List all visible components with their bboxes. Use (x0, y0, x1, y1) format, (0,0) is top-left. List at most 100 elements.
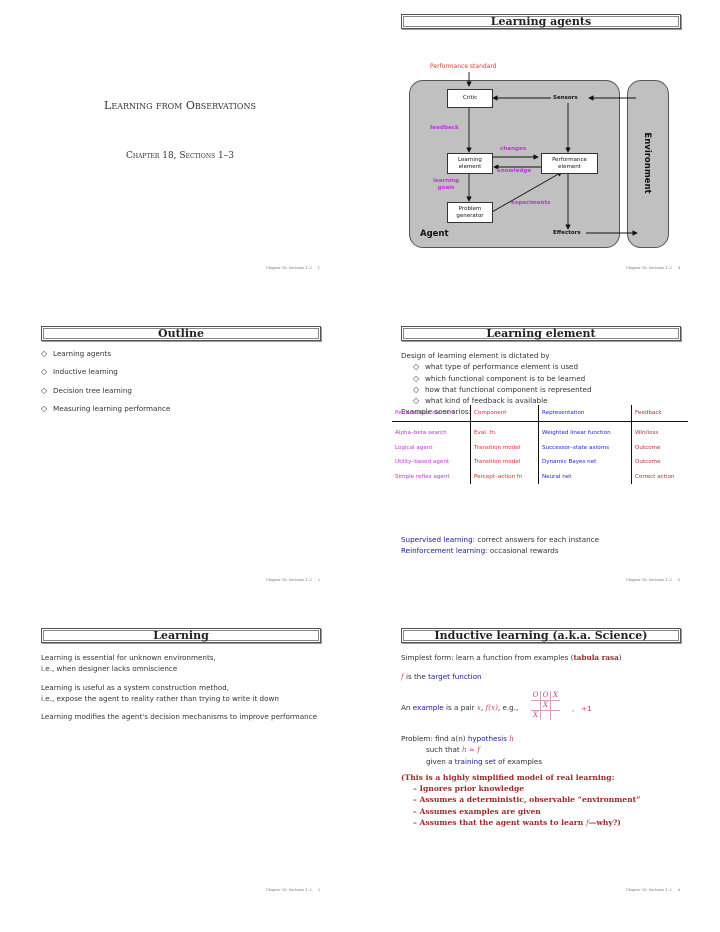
board-cell: X (550, 691, 560, 701)
diamond-icon: ◇ (41, 403, 48, 413)
changes-label: changes (500, 146, 527, 152)
slide-2: Outline ◇ Learning agents ◇ Inductive lear… (0, 312, 360, 622)
table-row: Simple reflex agent Percept–action fn Ne… (392, 469, 688, 484)
target-function-line: f is the target function (401, 672, 482, 681)
table-header-row: Performance element Component Representa… (392, 405, 688, 422)
performance-element-label-2: element (558, 163, 581, 170)
table-cell: Simple reflex agent (395, 473, 450, 480)
slide-5: Learning element Design of learning elem… (360, 312, 720, 622)
paragraph-line: Learning modifies the agent's decision m… (41, 712, 318, 722)
page-number: 3 (317, 888, 320, 892)
diamond-icon: ◇ (41, 385, 48, 395)
critic-label: Critic (462, 95, 478, 102)
board-cell: O (540, 691, 551, 701)
hypothesis-term: hypothesis (467, 734, 507, 743)
slide-footer: Chapter 18, Sections 1–3 5 (626, 578, 680, 582)
paragraph-line: i.e., when designer lacks omniscience (41, 664, 178, 674)
table-row: Utility–based agent Transition model Dyn… (392, 455, 688, 470)
given-line: given a training set of examples (401, 756, 542, 767)
page-number: 6 (677, 888, 680, 892)
effectors-label: Effectors (553, 230, 581, 236)
paragraph: Learning modifies the agent's decision m… (41, 711, 317, 722)
board-cell (550, 700, 560, 711)
board-cell (531, 700, 541, 711)
text-run: An (401, 703, 413, 712)
table-header: Component (470, 405, 539, 422)
table-cell: Dynamic Bayes net (538, 455, 632, 470)
caveat-item: – Ignores prior knowledge (413, 784, 525, 794)
slide-title: Learning element (401, 326, 681, 341)
board-value: , +1 (572, 704, 592, 713)
footer-chapter: Chapter 18, Sections 1–3 (625, 888, 672, 892)
scenarios-table: Performance element Component Representa… (392, 405, 688, 484)
design-bullet: ◇ which functional component is to be lea… (401, 373, 592, 384)
table-cell: Utility–based agent (395, 459, 450, 466)
tabula-rasa: tabula rasa (573, 653, 619, 662)
supervised-desc: : correct answers for each instance (472, 535, 600, 544)
table-cell: Weighted linear function (538, 426, 632, 441)
text-run: is the (403, 672, 429, 681)
caveat-item: – Assumes a deterministic, observable “e… (413, 795, 641, 805)
outline-list: ◇ Learning agents ◇ Inductive learning ◇ De… (41, 349, 170, 422)
text-run: Simplest form: learn a function from exa… (401, 653, 574, 662)
learning-goals-line-1: learning (433, 178, 460, 184)
slide-title: Learning (41, 628, 321, 643)
paragraph-line: i.e., expose the agent to reality rather… (41, 693, 279, 703)
problem-generator-label-2: generator (456, 212, 484, 219)
math-fx: f(x) (485, 703, 498, 712)
text-run: such that (426, 745, 462, 755)
footer-chapter: Chapter 18, Sections 1–3 (265, 888, 312, 892)
page-number: 5 (677, 578, 680, 582)
learning-element-node: Learning element (447, 153, 493, 174)
table-cell: Transition model (470, 440, 539, 455)
supervised-term: Supervised learning (401, 535, 473, 544)
agent-label: Agent (420, 229, 449, 239)
footer-chapter: Chapter 18, Sections 1–3 (265, 578, 312, 582)
table-cell: Outcome (631, 440, 688, 455)
text-run: Problem: find a(n) (401, 734, 468, 743)
board-row: O O X (531, 691, 560, 701)
design-intro: Design of learning element is dictated b… (401, 351, 550, 360)
table-cell: Win/loss (631, 426, 688, 441)
experiments-label: experiments (511, 200, 551, 206)
text-run: of examples (495, 756, 543, 766)
math-h-approx-f: h ≈ f (461, 745, 480, 755)
outline-item-label: Decision tree learning (53, 385, 132, 395)
slide-3: Learning Learning is essential for unkno… (0, 622, 360, 932)
reinforcement-term: Reinforcement learning (401, 546, 486, 556)
simplest-form-line: Simplest form: learn a function from exa… (401, 653, 622, 662)
board-row: X (531, 700, 560, 711)
outline-item: ◇ Learning agents (41, 349, 170, 367)
design-bullet: ◇ what type of performance element is use… (401, 361, 592, 372)
table-cell: Correct action (631, 469, 688, 484)
paragraph-line: Learning is essential for unknown enviro… (41, 653, 216, 662)
learning-element-label-2: element (458, 163, 482, 170)
slide-6: Inductive learning (a.k.a. Science) Simp… (360, 622, 720, 932)
board-cell (540, 710, 551, 720)
text-run: – Assumes that the agent wants to learn (413, 817, 586, 827)
text-run: given a (426, 756, 455, 766)
outline-item: ◇ Measuring learning performance (41, 404, 170, 422)
board-cell: O (531, 691, 541, 701)
board-cell (551, 711, 561, 721)
text-run: , e.g., (497, 703, 519, 712)
text-run: ) (618, 653, 622, 662)
critic-node: Critic (447, 89, 493, 108)
tic-tac-toe-board: O O X X X (531, 691, 560, 720)
caveat-title: (This is a highly simplified model of re… (401, 773, 615, 782)
caveat-item: – Assumes examples are given (413, 806, 541, 816)
reinforcement-desc: : occasional rewards (485, 546, 559, 556)
target-function-term: target function (428, 672, 482, 681)
design-bullet-label: how that functional component is represe… (425, 384, 592, 394)
table-cell: Alpha–beta search (395, 430, 447, 437)
diamond-icon: ◇ (413, 373, 420, 383)
table-cell: Eval. fn. (470, 426, 539, 441)
table-header: Performance element (392, 405, 471, 422)
diamond-icon: ◇ (41, 367, 48, 377)
board-cell: X (540, 700, 551, 711)
learning-goals-line-2: goals (437, 184, 455, 191)
paragraph-line: Learning is useful as a system construct… (41, 682, 230, 692)
table-row: Logical agent Transition model Successor… (392, 440, 688, 455)
problem-line: Problem: find a(n) hypothesis h (401, 733, 542, 744)
problem-block: Problem: find a(n) hypothesis h such tha… (401, 733, 542, 767)
